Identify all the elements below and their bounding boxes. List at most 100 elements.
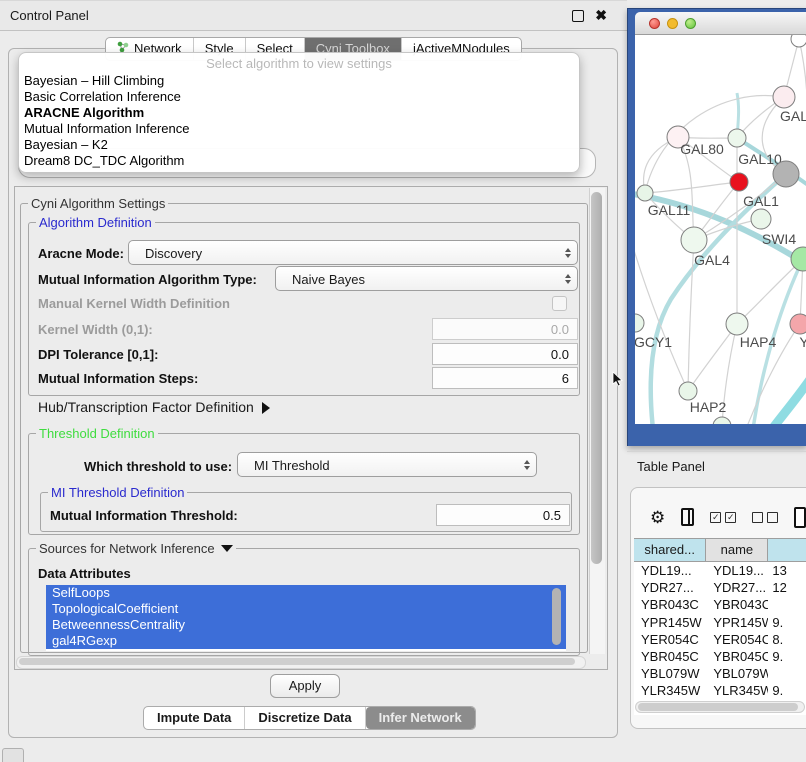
sources-title[interactable]: Sources for Network Inference — [36, 541, 236, 556]
network-node-gal11[interactable] — [637, 185, 653, 201]
float-window-icon[interactable] — [572, 10, 584, 22]
dropdown-item-basic-correlation-inference[interactable]: Basic Correlation Inference — [19, 89, 579, 105]
table-row[interactable]: YBR043CYBR043C — [634, 596, 806, 613]
combo-spinner-icon — [565, 248, 571, 258]
gear-icon[interactable]: ⚙ — [650, 509, 665, 526]
hub-definition-label: Hub/Transcription Factor Definition — [38, 399, 254, 415]
aracne-mode-combo[interactable]: Discovery — [128, 240, 578, 265]
close-icon[interactable]: ✖ — [595, 6, 607, 24]
table-cell: YBR045C — [706, 648, 768, 665]
network-node-gcy1[interactable] — [635, 314, 644, 332]
which-threshold-combo[interactable]: MI Threshold — [237, 452, 537, 477]
settings-horizontal-scrollbar[interactable] — [16, 656, 586, 669]
mi-threshold-label: Mutual Information Threshold: — [50, 508, 238, 523]
table-horizontal-scrollbar[interactable] — [635, 701, 805, 713]
attribute-item-gal4rgexp[interactable]: gal4RGexp — [46, 633, 566, 649]
dpi-tolerance-label: DPI Tolerance [0,1]: — [38, 347, 158, 362]
deselect-all-icon[interactable] — [752, 512, 778, 523]
bottom-tab-impute-data[interactable]: Impute Data — [144, 707, 245, 729]
unchecked-box-icon — [752, 512, 763, 523]
bottom-tab-discretize-data[interactable]: Discretize Data — [245, 707, 365, 729]
attribute-item-selfloops[interactable]: SelfLoops — [46, 585, 566, 601]
table-row[interactable]: YDR27...YDR27...12 — [634, 579, 806, 596]
manual-kernel-checkbox[interactable] — [552, 296, 567, 311]
network-node-gal4[interactable] — [681, 227, 707, 253]
table-row[interactable]: YBR045CYBR045C9. — [634, 648, 806, 665]
table-cell: YBL079W — [634, 665, 706, 682]
column-header-2[interactable] — [768, 539, 806, 561]
table-cell: YBR043C — [634, 596, 706, 613]
column-header-shared-[interactable]: shared... — [634, 539, 706, 561]
dropdown-item-bayesian-hill-climbing[interactable]: Bayesian – Hill Climbing — [19, 73, 579, 89]
attribute-item-topologicalcoefficient[interactable]: TopologicalCoefficient — [46, 601, 566, 617]
minimize-traffic-light-icon[interactable] — [667, 18, 678, 29]
table-panel-title: Table Panel — [637, 459, 705, 474]
which-threshold-label: Which threshold to use: — [84, 459, 232, 474]
table-cell: YBR045C — [634, 648, 706, 665]
expand-right-icon[interactable] — [262, 402, 270, 414]
checked-box-icon: ✓ — [725, 512, 736, 523]
collapse-down-icon[interactable] — [221, 545, 233, 552]
dropdown-item-dream8-dc-tdc-algorithm[interactable]: Dream8 DC_TDC Algorithm — [19, 153, 579, 169]
node-label-gal4: GAL4 — [694, 252, 730, 268]
split-view-icon[interactable] — [681, 508, 694, 526]
node-label-swi4: SWI4 — [762, 231, 796, 247]
network-graph[interactable]: GALGAL80GAL10GAL1GAL11GAL4SWI4GCY1HAP4YH… — [635, 35, 806, 424]
network-node[interactable] — [773, 161, 799, 187]
mi-type-label: Mutual Information Algorithm Type: — [38, 272, 257, 287]
network-node[interactable] — [713, 417, 731, 424]
zoom-traffic-light-icon[interactable] — [685, 18, 696, 29]
table-cell — [768, 665, 806, 682]
aracne-mode-value: Discovery — [145, 246, 202, 261]
network-node-hap4[interactable] — [726, 313, 748, 335]
table-cell: YDL19... — [706, 562, 768, 579]
select-all-icon[interactable]: ✓✓ — [710, 512, 736, 523]
column-header-name[interactable]: name — [706, 539, 768, 561]
attributes-scrollbar-thumb[interactable] — [552, 588, 561, 645]
mi-steps-field[interactable]: 6 — [432, 367, 578, 389]
file-icon[interactable] — [794, 507, 806, 528]
collapsed-panel-icon[interactable] — [2, 748, 24, 762]
dropdown-item-bayesian-k2[interactable]: Bayesian – K2 — [19, 137, 579, 153]
dropdown-item-aracne-algorithm[interactable]: ARACNE Algorithm — [19, 105, 579, 121]
mi-type-value: Naive Bayes — [292, 272, 365, 287]
kernel-width-field[interactable]: 0.0 — [432, 318, 578, 340]
mi-threshold-field[interactable]: 0.5 — [436, 504, 570, 526]
network-canvas[interactable]: GALGAL80GAL10GAL1GAL11GAL4SWI4GCY1HAP4YH… — [635, 35, 806, 424]
table-row[interactable]: YDL19...YDL19...13 — [634, 562, 806, 579]
network-node-y[interactable] — [790, 314, 806, 334]
network-node-gal1[interactable] — [751, 209, 771, 229]
node-label-gal: GAL — [780, 108, 806, 124]
table-cell: YDR27... — [634, 579, 706, 596]
table-horizontal-scrollbar-thumb[interactable] — [638, 703, 798, 711]
control-panel-titlebar: Control Panel ✖ — [0, 0, 627, 31]
network-view-window: GALGAL80GAL10GAL1GAL11GAL4SWI4GCY1HAP4YH… — [627, 8, 806, 446]
node-table: shared...name YDL19...YDL19...13YDR27...… — [634, 538, 806, 715]
settings-vertical-scrollbar-thumb[interactable] — [591, 192, 602, 564]
table-row[interactable]: YER054CYER054C8. — [634, 631, 806, 648]
network-node[interactable] — [791, 35, 806, 47]
attribute-item-betweennesscentrality[interactable]: BetweennessCentrality — [46, 617, 566, 633]
table-cell — [768, 596, 806, 613]
mi-threshold-definition-title: MI Threshold Definition — [48, 485, 187, 500]
settings-horizontal-scrollbar-thumb[interactable] — [19, 658, 575, 665]
kernel-width-label: Kernel Width (0,1): — [38, 322, 153, 337]
table-row[interactable]: YBL079WYBL079W — [634, 665, 806, 682]
network-node-hap2[interactable] — [679, 382, 697, 400]
table-row[interactable]: YPR145WYPR145W9. — [634, 614, 806, 631]
close-traffic-light-icon[interactable] — [649, 18, 660, 29]
aracne-mode-label: Aracne Mode: — [38, 246, 124, 261]
table-header-row: shared...name — [634, 539, 806, 562]
apply-button[interactable]: Apply — [270, 674, 340, 698]
dropdown-item-mutual-information-inference[interactable]: Mutual Information Inference — [19, 121, 579, 137]
table-cell: 13 — [768, 562, 806, 579]
bottom-tab-infer-network[interactable]: Infer Network — [366, 707, 475, 729]
mi-type-combo[interactable]: Naive Bayes — [275, 266, 578, 291]
network-window-titlebar[interactable] — [635, 12, 806, 35]
network-node-gal[interactable] — [773, 86, 795, 108]
network-node-gal10[interactable] — [728, 129, 746, 147]
hub-definition-toggle[interactable]: Hub/Transcription Factor Definition — [38, 399, 270, 415]
table-row[interactable]: YLR345WYLR345W9. — [634, 682, 806, 699]
dpi-tolerance-field[interactable]: 0.0 — [432, 343, 578, 365]
network-node[interactable] — [730, 173, 748, 191]
